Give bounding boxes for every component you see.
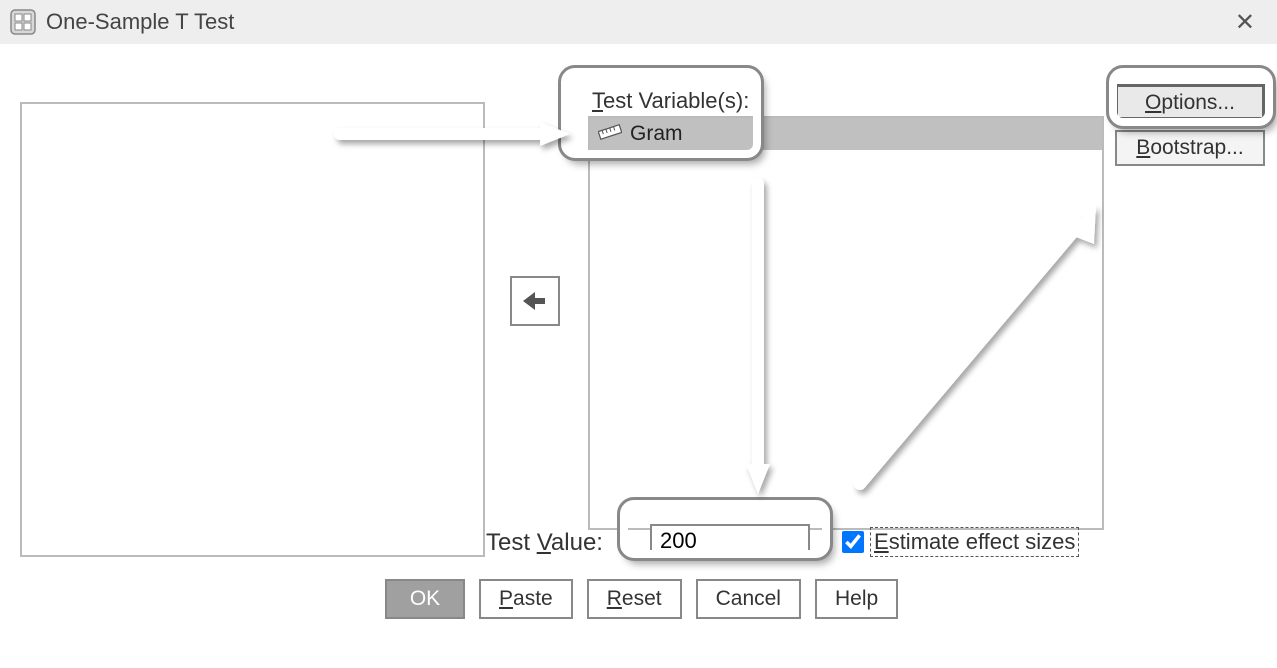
list-item-label: Gram (630, 122, 683, 146)
test-value-input[interactable] (650, 524, 810, 558)
arrow-left-icon (521, 289, 549, 313)
dialog-content: Test Variable(s): Gram Test Value: Estim… (0, 44, 1277, 624)
ok-button[interactable]: OK (385, 579, 465, 619)
test-variables-list[interactable]: Gram (588, 116, 1104, 530)
app-icon (10, 9, 36, 35)
effect-sizes-label: Estimate effect sizes (870, 527, 1079, 557)
cancel-button[interactable]: Cancel (696, 579, 801, 619)
bootstrap-button[interactable]: Bootstrap... (1115, 130, 1265, 166)
reset-button[interactable]: Reset (587, 579, 682, 619)
close-icon[interactable]: ✕ (1229, 6, 1261, 39)
transfer-button[interactable] (510, 276, 560, 326)
bottom-button-group: OK Paste Reset Cancel Help (385, 579, 898, 619)
window-title: One-Sample T Test (46, 9, 234, 35)
help-button[interactable]: Help (815, 579, 898, 619)
estimate-effect-sizes-checkbox[interactable]: Estimate effect sizes (838, 527, 1079, 557)
test-value-label: Test Value: (486, 529, 603, 557)
titlebar: One-Sample T Test ✕ (0, 0, 1277, 44)
options-button[interactable]: Options... (1115, 84, 1265, 120)
source-variable-list[interactable] (20, 102, 485, 557)
ruler-icon (598, 122, 622, 146)
test-variables-label: Test Variable(s): (592, 88, 749, 114)
paste-button[interactable]: Paste (479, 579, 573, 619)
list-item[interactable]: Gram (590, 118, 1102, 150)
right-button-group: Options... Bootstrap... (1115, 84, 1271, 176)
effect-sizes-check-input[interactable] (842, 531, 864, 553)
